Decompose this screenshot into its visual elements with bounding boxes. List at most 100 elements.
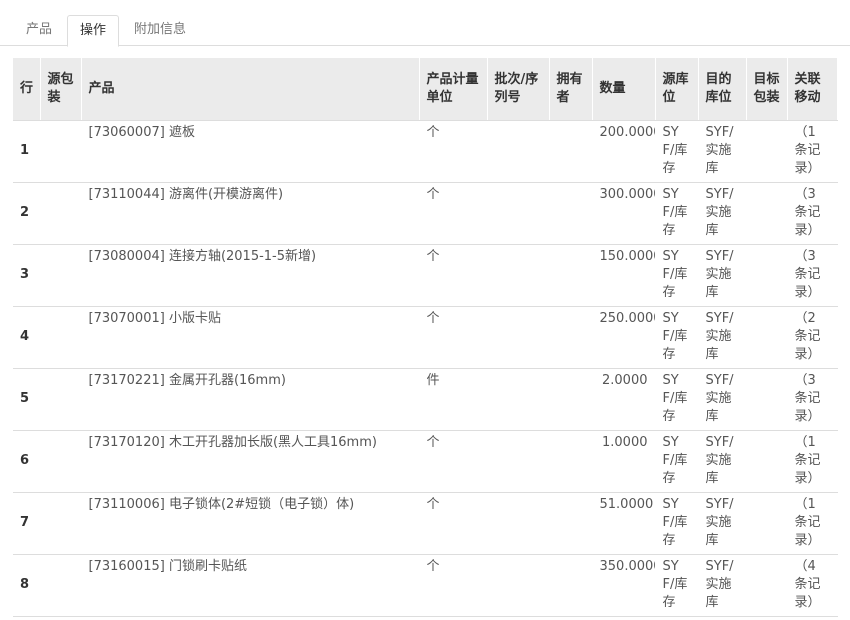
source-package-cell (40, 368, 82, 431)
col-header-product[interactable]: 产品 (81, 58, 420, 121)
product-cell: [73170120] 木工开孔器加长版(黑人工具16mm) (81, 430, 420, 493)
uom-cell: 个 (419, 430, 488, 493)
destination-location-cell: SYF/实施库 (698, 554, 747, 617)
source-location-cell: SYF/库存 (655, 306, 699, 369)
row-number: 1 (13, 120, 41, 183)
source-package-cell (40, 182, 82, 245)
table-row[interactable]: 6 [73170120] 木工开孔器加长版(黑人工具16mm) 个 1.0000… (13, 430, 838, 493)
uom-cell: 个 (419, 554, 488, 617)
destination-package-cell (746, 492, 788, 555)
source-location-cell: SYF/库存 (655, 182, 699, 245)
col-header-owner[interactable]: 拥有者 (549, 58, 593, 121)
table-row[interactable]: 7 [73110006] 电子锁体(2#短锁（电子锁）体) 个 51.0000 … (13, 492, 838, 555)
col-header-uom[interactable]: 产品计量单位 (419, 58, 488, 121)
destination-location-cell: SYF/实施库 (698, 244, 747, 307)
related-moves-text[interactable]: （1 条记录） (795, 434, 833, 488)
col-header-row[interactable]: 行 (13, 58, 41, 121)
owner-cell (549, 182, 593, 245)
quantity-cell: 350.0000 (592, 554, 656, 617)
related-moves-text[interactable]: （1 条记录） (795, 496, 833, 550)
operations-table: 行 源包装 产品 产品计量单位 批次/序列号 拥有者 数量 源库位 目的库位 目… (13, 58, 838, 617)
destination-location-cell: SYF/实施库 (698, 368, 747, 431)
source-location-text: SYF/库存 (662, 434, 688, 486)
product-cell: [73110044] 游离件(开模游离件) (81, 182, 420, 245)
source-location-cell: SYF/库存 (655, 492, 699, 555)
related-moves-text[interactable]: （3 条记录） (795, 248, 833, 302)
quantity-cell: 51.0000 (592, 492, 656, 555)
uom-cell: 个 (419, 120, 488, 183)
col-header-lot[interactable]: 批次/序列号 (487, 58, 550, 121)
related-moves-text[interactable]: （2 条记录） (795, 310, 833, 364)
table-header-row: 行 源包装 产品 产品计量单位 批次/序列号 拥有者 数量 源库位 目的库位 目… (13, 58, 838, 121)
source-package-cell (40, 244, 82, 307)
quantity-cell: 1.0000 (592, 430, 656, 493)
related-moves-text[interactable]: （3 条记录） (795, 186, 833, 240)
quantity-cell: 300.0000 (592, 182, 656, 245)
col-header-source-location[interactable]: 源库位 (655, 58, 699, 121)
col-header-destination-location[interactable]: 目的库位 (698, 58, 747, 121)
owner-cell (549, 492, 593, 555)
tab-additional-info[interactable]: 附加信息 (122, 15, 198, 46)
destination-package-cell (746, 430, 788, 493)
owner-cell (549, 306, 593, 369)
source-location-cell: SYF/库存 (655, 368, 699, 431)
product-cell: [73080004] 连接方轴(2015-1-5新增) (81, 244, 420, 307)
uom-cell: 件 (419, 368, 488, 431)
destination-location-cell: SYF/实施库 (698, 182, 747, 245)
lot-cell (487, 368, 550, 431)
lot-cell (487, 492, 550, 555)
col-header-source-package[interactable]: 源包装 (40, 58, 82, 121)
table-row[interactable]: 1 [73060007] 遮板 个 200.0000 SYF/库存 SYF/实施… (13, 120, 838, 183)
related-moves-cell[interactable]: （2 条记录） (787, 306, 838, 369)
uom-cell: 个 (419, 244, 488, 307)
related-moves-cell[interactable]: （1 条记录） (787, 430, 838, 493)
related-moves-cell[interactable]: （3 条记录） (787, 244, 838, 307)
destination-package-cell (746, 554, 788, 617)
tab-operations[interactable]: 操作 (67, 15, 119, 47)
quantity-cell: 150.0000 (592, 244, 656, 307)
owner-cell (549, 120, 593, 183)
source-package-cell (40, 120, 82, 183)
destination-location-text: SYF/实施库 (705, 434, 734, 486)
related-moves-text[interactable]: （1 条记录） (795, 124, 833, 178)
destination-location-cell: SYF/实施库 (698, 492, 747, 555)
related-moves-cell[interactable]: （3 条记录） (787, 368, 838, 431)
related-moves-cell[interactable]: （4 条记录） (787, 554, 838, 617)
owner-cell (549, 430, 593, 493)
tab-products[interactable]: 产品 (14, 15, 64, 46)
related-moves-cell[interactable]: （1 条记录） (787, 120, 838, 183)
owner-cell (549, 368, 593, 431)
lot-cell (487, 120, 550, 183)
col-header-destination-package[interactable]: 目标包装 (746, 58, 788, 121)
quantity-cell: 250.0000 (592, 306, 656, 369)
destination-location-cell: SYF/实施库 (698, 430, 747, 493)
source-location-cell: SYF/库存 (655, 554, 699, 617)
destination-location-text: SYF/实施库 (705, 558, 734, 610)
owner-cell (549, 244, 593, 307)
source-location-text: SYF/库存 (662, 310, 688, 362)
source-location-text: SYF/库存 (662, 248, 688, 300)
related-moves-cell[interactable]: （1 条记录） (787, 492, 838, 555)
product-cell: [73170221] 金属开孔器(16mm) (81, 368, 420, 431)
source-location-text: SYF/库存 (662, 558, 688, 610)
lot-cell (487, 430, 550, 493)
source-location-text: SYF/库存 (662, 186, 688, 238)
row-number: 8 (13, 554, 41, 617)
product-cell: [73110006] 电子锁体(2#短锁（电子锁）体) (81, 492, 420, 555)
destination-package-cell (746, 368, 788, 431)
lot-cell (487, 182, 550, 245)
col-header-related-moves[interactable]: 关联移动 (787, 58, 838, 121)
source-package-cell (40, 430, 82, 493)
lot-cell (487, 306, 550, 369)
related-moves-text[interactable]: （3 条记录） (795, 372, 833, 426)
col-header-quantity[interactable]: 数量 (592, 58, 656, 121)
table-row[interactable]: 2 [73110044] 游离件(开模游离件) 个 300.0000 SYF/库… (13, 182, 838, 245)
destination-location-text: SYF/实施库 (705, 124, 734, 176)
related-moves-cell[interactable]: （3 条记录） (787, 182, 838, 245)
table-row[interactable]: 3 [73080004] 连接方轴(2015-1-5新增) 个 150.0000… (13, 244, 838, 307)
table-row[interactable]: 5 [73170221] 金属开孔器(16mm) 件 2.0000 SYF/库存… (13, 368, 838, 431)
table-row[interactable]: 8 [73160015] 门锁刷卡贴纸 个 350.0000 SYF/库存 SY… (13, 554, 838, 617)
table-row[interactable]: 4 [73070001] 小版卡贴 个 250.0000 SYF/库存 SYF/… (13, 306, 838, 369)
source-location-text: SYF/库存 (662, 496, 688, 548)
related-moves-text[interactable]: （4 条记录） (795, 558, 833, 612)
